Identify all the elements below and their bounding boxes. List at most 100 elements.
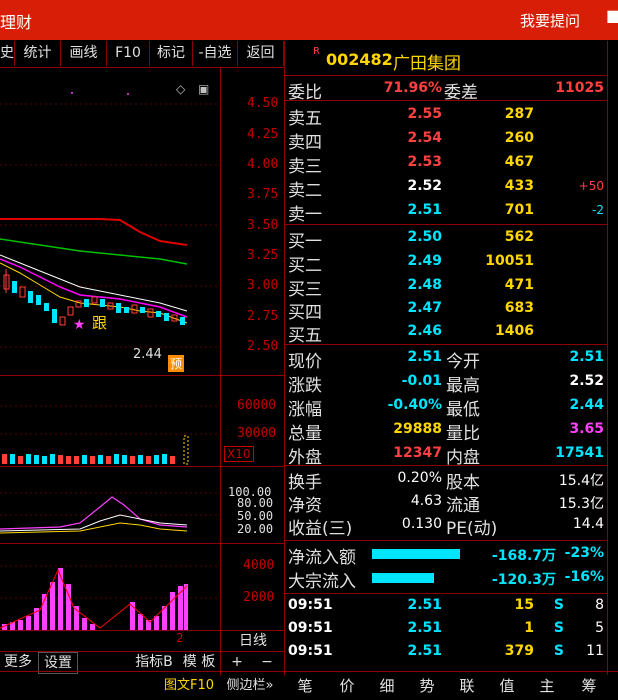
quote-value: 2.51 — [569, 349, 604, 365]
toolbar-back[interactable]: 返回 — [238, 41, 284, 66]
toolbar-add-watchlist[interactable]: -自选 — [193, 41, 238, 66]
price-axis-label: 3.25 — [247, 248, 279, 263]
sell-price: 2.53 — [407, 154, 442, 170]
template-button[interactable]: 模 板 — [178, 652, 220, 672]
bid-diff-value: 11025 — [555, 80, 604, 96]
tab-detail[interactable]: 细 — [372, 672, 402, 700]
f10-button[interactable]: 图文F10 — [160, 672, 218, 700]
tab-chips[interactable]: 筹 — [574, 672, 604, 700]
zoom-in-button[interactable]: + — [224, 652, 250, 672]
tick-price: 2.51 — [407, 620, 442, 636]
tab-value[interactable]: 值 — [492, 672, 522, 700]
fund-value: 0.20% — [397, 470, 442, 486]
quote-value: 12347 — [393, 445, 442, 461]
flow-value: -120.3万 — [491, 572, 556, 588]
buy-price: 2.49 — [407, 253, 442, 269]
tab-related[interactable]: 联 — [452, 672, 482, 700]
fund-label: 换手 — [288, 473, 322, 493]
tick-price: 2.51 — [407, 643, 442, 659]
indicator-axis-label: 80.00 — [237, 496, 274, 510]
flow-bar — [372, 573, 434, 583]
axis-tick-label: 2 — [176, 631, 184, 645]
price-axis-label: 4.00 — [247, 157, 279, 172]
sell-level-label: 卖一 — [288, 205, 322, 225]
price-axis-label: 3.50 — [247, 218, 279, 233]
sell-price: 2.52 — [407, 178, 442, 194]
kline-chart[interactable]: ★ ◇ ▣ — [0, 67, 220, 375]
toolbar-mark[interactable]: 标记 — [150, 41, 193, 66]
buy-volume: 562 — [504, 229, 534, 245]
flow-label: 大宗流入 — [288, 572, 356, 592]
sell-price: 2.55 — [407, 106, 442, 122]
volume-axis-label: 30000 — [237, 426, 277, 441]
volume-bars — [2, 435, 189, 465]
buy-price: 2.47 — [407, 300, 442, 316]
price-axis-label: 2.75 — [247, 309, 279, 324]
ask-question-button[interactable]: 我要提问 — [520, 10, 580, 31]
tick-volume: 1 — [524, 620, 534, 636]
fund-value: 0.130 — [401, 516, 442, 532]
capital-flow-chart[interactable] — [0, 544, 220, 630]
sell-level-label: 卖三 — [288, 157, 322, 177]
flow-value: -168.7万 — [491, 548, 556, 564]
fund-value: 15.3亿 — [558, 496, 604, 512]
divider — [285, 465, 607, 466]
sidebar-toggle[interactable]: 侧边栏» — [220, 672, 280, 700]
quote-label: 现价 — [288, 352, 322, 372]
tab-ticks[interactable]: 笔 — [290, 672, 320, 700]
forecast-badge[interactable]: 预 — [168, 355, 185, 372]
fund-label: 股本 — [446, 473, 480, 493]
volume-chart[interactable] — [0, 376, 220, 466]
sell-price: 2.54 — [407, 130, 442, 146]
toolbar-draw[interactable]: 画线 — [61, 41, 107, 66]
tick-side: S — [553, 643, 564, 659]
tab-main[interactable]: 主 — [532, 672, 562, 700]
buy-level-label: 买一 — [288, 232, 322, 252]
toolbar-history[interactable]: 史 — [0, 41, 15, 66]
flow-label: 净流入额 — [288, 548, 356, 568]
divider — [285, 224, 607, 225]
toolbar-stats[interactable]: 统计 — [15, 41, 61, 66]
fund-label: 流通 — [446, 496, 480, 516]
divider — [220, 67, 221, 675]
buy-volume: 471 — [504, 277, 534, 293]
more-button[interactable]: 更多 — [0, 652, 36, 672]
fund-label: PE(动) — [446, 519, 498, 539]
period-daily-button[interactable]: 日线 — [222, 631, 284, 651]
indicator-b-button[interactable]: 指标B — [130, 652, 178, 672]
bid-ratio-value: 71.96% — [383, 80, 442, 96]
indicator-chart[interactable] — [0, 467, 220, 543]
ma-line-red — [0, 218, 188, 246]
quote-label: 量比 — [446, 424, 480, 444]
quote-label: 涨幅 — [288, 400, 322, 420]
indicator-line-magenta — [0, 496, 188, 530]
buy-volume: 10051 — [485, 253, 534, 269]
flow-axis-label: 2000 — [243, 590, 275, 605]
tick-count: 5 — [595, 620, 604, 636]
quote-label: 今开 — [446, 352, 480, 372]
divider — [285, 593, 607, 594]
stock-name[interactable]: 广田集团 — [393, 49, 461, 74]
tab-trend[interactable]: 势 — [412, 672, 442, 700]
follow-label: 跟 — [92, 314, 108, 332]
menu-icon[interactable]: ■ — [606, 6, 618, 25]
indicator-axis-label: 20.00 — [237, 522, 274, 536]
tab-price[interactable]: 价 — [332, 672, 362, 700]
fund-value: 4.63 — [410, 493, 442, 509]
chart-toolbar: 史 统计 画线 F10 标记 -自选 返回 — [0, 41, 284, 67]
diamond-icon: ◇ — [176, 82, 186, 96]
tick-price: 2.51 — [407, 597, 442, 613]
tick-volume: 15 — [514, 597, 534, 613]
buy-volume: 1406 — [495, 323, 534, 339]
zoom-out-button[interactable]: − — [254, 652, 280, 672]
toolbar-f10[interactable]: F10 — [107, 41, 150, 66]
price-axis-label: 4.25 — [247, 127, 279, 142]
divider — [285, 75, 607, 76]
divider — [284, 41, 285, 675]
sell-level-label: 卖五 — [288, 109, 322, 129]
quote-label: 最高 — [446, 376, 480, 396]
sell-volume: 260 — [504, 130, 534, 146]
divider — [607, 41, 608, 675]
tick-time: 09:51 — [288, 620, 333, 636]
buy-price: 2.48 — [407, 277, 442, 293]
